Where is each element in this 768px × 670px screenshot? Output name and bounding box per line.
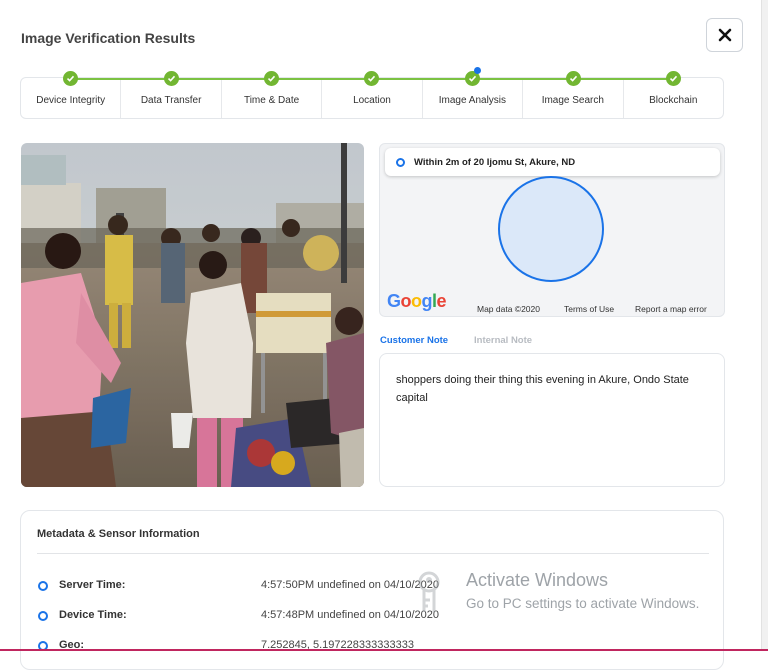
close-button[interactable] xyxy=(706,18,743,52)
map-location-banner: Within 2m of 20 Ijomu St, Akure, ND xyxy=(385,148,720,176)
metadata-panel: Metadata & Sensor Information Server Tim… xyxy=(20,510,724,670)
verified-photo[interactable] xyxy=(21,143,364,487)
watermark-title: Activate Windows xyxy=(466,570,609,590)
check-icon xyxy=(566,71,581,86)
location-map[interactable]: Within 2m of 20 Ijomu St, Akure, ND Goog… xyxy=(379,143,725,317)
metadata-label: Device Time: xyxy=(59,609,127,621)
check-icon xyxy=(264,71,279,86)
terms-of-use-link[interactable]: Terms of Use xyxy=(564,304,614,314)
active-step-indicator xyxy=(474,67,481,74)
bullet-icon xyxy=(38,611,48,621)
location-dot-icon xyxy=(396,157,405,167)
note-content: shoppers doing their thing this evening … xyxy=(379,353,725,487)
metadata-row-geo: Geo: 7.252845, 5.197228333333333 xyxy=(21,638,721,654)
check-icon xyxy=(666,71,681,86)
watermark-subtitle: Go to PC settings to activate Windows. xyxy=(466,596,700,611)
step-label: Location xyxy=(353,94,391,106)
step-label: Device Integrity xyxy=(36,94,106,106)
step-label: Image Search xyxy=(541,94,604,106)
google-logo: Google xyxy=(387,291,447,311)
close-icon xyxy=(718,28,731,42)
activate-windows-watermark: Activate Windows Go to PC settings to ac… xyxy=(412,570,699,619)
map-data-label: Map data ©2020 xyxy=(477,304,540,314)
bullet-icon xyxy=(38,581,48,591)
check-icon xyxy=(63,71,78,86)
scrollbar[interactable] xyxy=(761,0,768,651)
metadata-row-server-time: Server Time: 4:57:50PM undefined on 04/1… xyxy=(21,578,721,594)
location-accuracy-circle xyxy=(498,176,604,282)
check-icon xyxy=(364,71,379,86)
step-label: Blockchain xyxy=(649,94,698,106)
step-label: Time & Date xyxy=(243,94,300,106)
metadata-label: Server Time: xyxy=(59,579,126,591)
tab-internal-note[interactable]: Internal Note xyxy=(474,335,532,346)
map-location-text: Within 2m of 20 Ijomu St, Akure, ND xyxy=(414,156,576,168)
metadata-title: Metadata & Sensor Information xyxy=(37,528,200,540)
report-map-error-link[interactable]: Report a map error xyxy=(635,304,707,314)
dialog-title: Image Verification Results xyxy=(21,30,196,46)
key-icon xyxy=(418,571,440,612)
step-label: Data Transfer xyxy=(140,94,202,106)
tab-customer-note[interactable]: Customer Note xyxy=(380,335,448,346)
step-label: Image Analysis xyxy=(438,94,507,106)
check-icon xyxy=(164,71,179,86)
street-market-photo xyxy=(21,143,364,487)
metadata-divider xyxy=(37,553,709,554)
